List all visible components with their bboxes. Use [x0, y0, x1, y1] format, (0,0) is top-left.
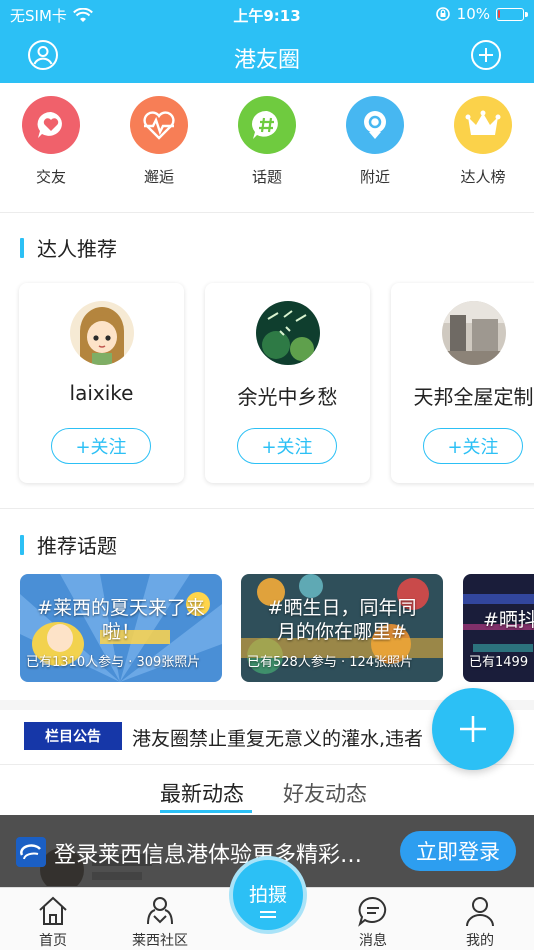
experts-section-title: 达人推荐 — [20, 233, 117, 262]
expert-name: laixike — [69, 381, 134, 405]
community-icon — [147, 897, 173, 925]
tab-friends[interactable]: 好友动态 — [283, 778, 367, 808]
nav-messages[interactable]: 消息 — [328, 888, 418, 950]
shoot-button[interactable]: 拍摄 — [229, 856, 307, 934]
navigation-bar: 港友圈 — [0, 30, 534, 83]
topic-meta: 已有1310人参与 · 309张照片 — [26, 655, 201, 670]
nav-label: 我的 — [466, 933, 494, 949]
tab-latest[interactable]: 最新动态 — [160, 778, 244, 808]
app-logo-icon — [16, 837, 46, 867]
topic-meta: 已有528人参与 · 124张照片 — [247, 655, 414, 670]
profile-icon — [466, 897, 494, 927]
quick-actions: 交友 邂逅 话题 附近 达人榜 — [0, 96, 534, 206]
floating-add-button[interactable] — [432, 688, 514, 770]
location-pin-icon — [346, 96, 404, 154]
topic-meta: 已有1499 — [469, 655, 529, 670]
shoot-label: 拍摄 — [248, 883, 287, 906]
nav-label: 消息 — [359, 933, 387, 949]
quick-action-label: 话题 — [251, 168, 282, 186]
shoot-icon — [260, 910, 276, 913]
notice-tag: 栏目公告 — [24, 722, 122, 750]
feed-tabs: 最新动态 好友动态 — [0, 770, 534, 814]
divider — [0, 212, 534, 213]
expert-card[interactable]: laixike +关注 — [19, 283, 184, 483]
battery-icon — [496, 7, 528, 21]
nav-profile[interactable]: 我的 — [435, 888, 525, 950]
topic-card[interactable]: #晒抖 已有1499 — [463, 574, 534, 682]
quick-action-encounter[interactable]: 邂逅 — [128, 96, 190, 206]
quick-action-label: 达人榜 — [460, 168, 506, 186]
nav-community[interactable]: 莱西社区 — [115, 888, 205, 950]
expert-name: 天邦全屋定制 — [413, 385, 534, 409]
plus-circle-icon[interactable] — [470, 39, 502, 71]
expert-card[interactable]: 余光中乡愁 +关注 — [205, 283, 370, 483]
quick-action-label: 交友 — [35, 168, 66, 186]
battery-fill — [498, 9, 500, 18]
quick-action-label: 邂逅 — [143, 168, 174, 186]
follow-button[interactable]: +关注 — [51, 428, 151, 464]
active-tab-indicator — [160, 810, 252, 813]
crown-icon — [454, 96, 512, 154]
quick-action-label: 附近 — [359, 168, 390, 186]
quick-action-leaderboard[interactable]: 达人榜 — [452, 96, 514, 206]
topic-card[interactable]: #莱西的夏天来了来啦！ 已有1310人参与 · 309张照片 — [20, 574, 222, 682]
nav-label: 莱西社区 — [132, 933, 188, 949]
page-title: 港友圈 — [233, 48, 300, 73]
topic-card[interactable]: #晒生日，同年同月的你在哪里# 已有528人参与 · 124张照片 — [241, 574, 443, 682]
login-button[interactable]: 立即登录 — [400, 831, 516, 871]
notice-text: 港友圈禁止重复无意义的灌水,违者 — [132, 728, 424, 750]
login-message: 登录莱西信息港体验更多精彩… — [54, 843, 363, 868]
expert-card[interactable]: 天邦全屋定制 +关注 — [391, 283, 534, 483]
experts-title-text: 达人推荐 — [37, 237, 117, 261]
section-accent-bar — [20, 237, 24, 258]
status-right: 10% — [435, 5, 528, 23]
battery-percent: 10% — [456, 5, 490, 23]
topic-title: #莱西的夏天来了来啦！ — [37, 597, 205, 643]
topics-title-text: 推荐话题 — [37, 534, 117, 558]
topic-title: #晒抖 — [483, 609, 534, 631]
quick-action-make-friends[interactable]: 交友 — [20, 96, 82, 206]
avatar — [69, 301, 134, 365]
home-icon — [39, 896, 67, 925]
quick-action-topics[interactable]: 话题 — [236, 96, 298, 206]
message-icon — [358, 896, 387, 927]
follow-button[interactable]: +关注 — [423, 428, 523, 464]
follow-button[interactable]: +关注 — [237, 428, 337, 464]
rotation-lock-icon — [435, 7, 450, 21]
hashtag-icon — [238, 96, 296, 154]
expert-name: 余光中乡愁 — [237, 385, 338, 409]
section-accent-bar — [20, 534, 24, 555]
nav-home[interactable]: 首页 — [8, 888, 98, 950]
topic-title: #晒生日，同年同月的你在哪里# — [267, 597, 417, 643]
heart-chat-icon — [22, 96, 80, 154]
topics-section-title: 推荐话题 — [20, 530, 117, 559]
status-bar: 无SIM卡 上午9:13 10% — [0, 0, 534, 30]
plus-icon — [460, 716, 486, 742]
quick-action-nearby[interactable]: 附近 — [344, 96, 406, 206]
nav-label: 首页 — [39, 933, 67, 949]
app-screen: 无SIM卡 上午9:13 10% 港友圈 交友 邂逅 话题 附近 达人榜 达人推… — [0, 0, 534, 950]
divider — [0, 508, 534, 509]
avatar — [255, 301, 320, 365]
heartbeat-icon — [130, 96, 188, 154]
avatar — [441, 301, 506, 365]
